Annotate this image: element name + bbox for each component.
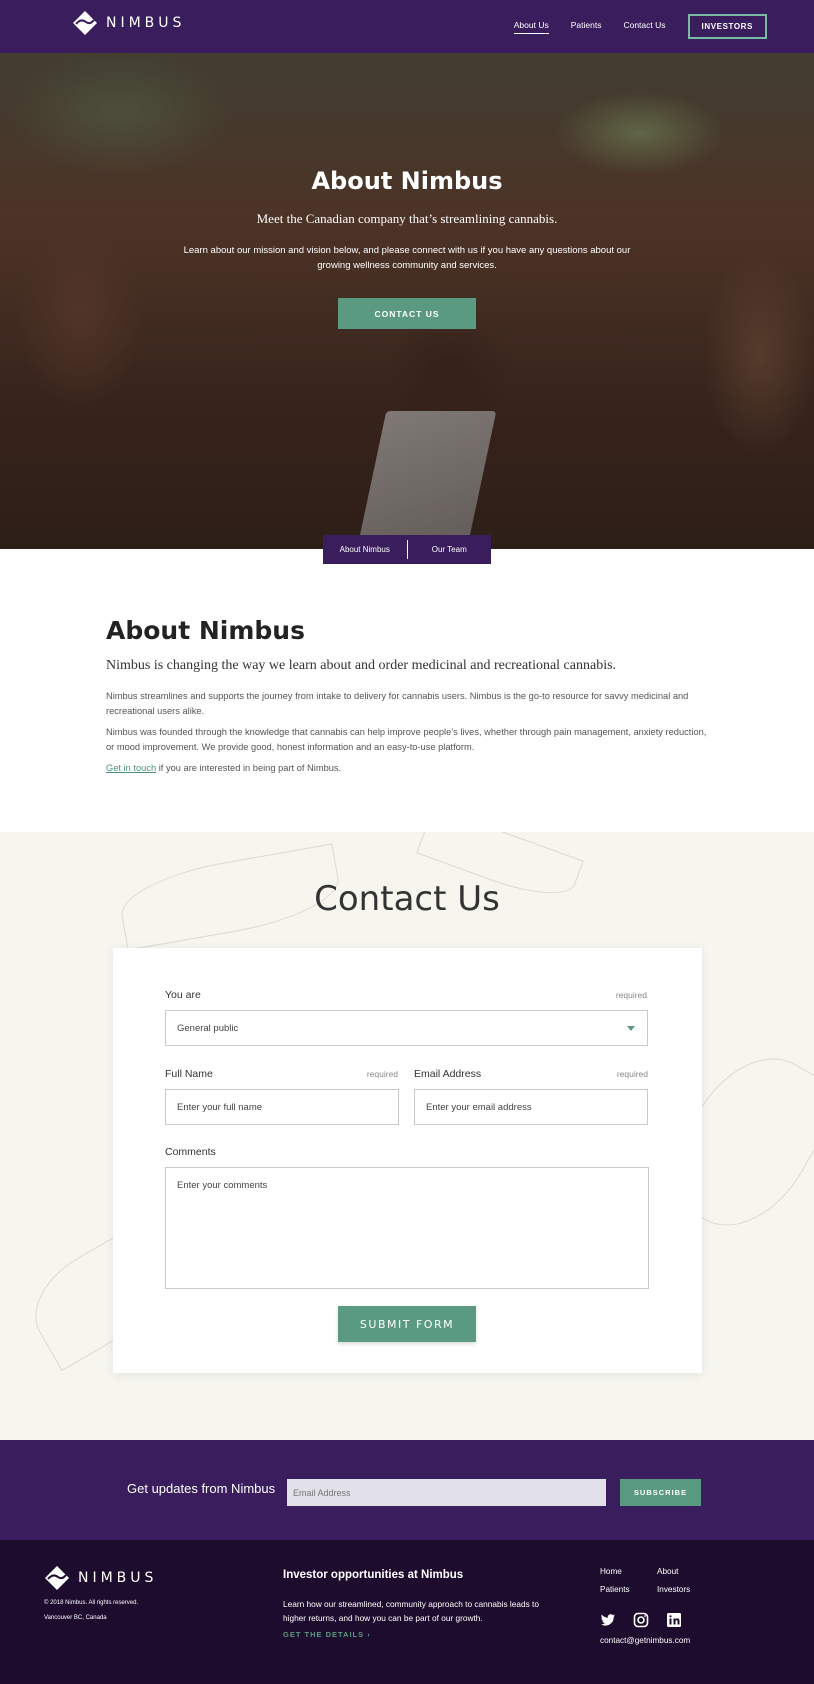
full-name-required: required xyxy=(366,1069,398,1079)
get-the-details-label: GET THE DETAILS xyxy=(283,1630,365,1639)
footer-copyright: © 2018 Nimbus. All rights reserved. xyxy=(44,1600,139,1606)
about-paragraph-3-text: if you are interested in being part of N… xyxy=(156,763,342,773)
contact-section: Contact Us You are required General publ… xyxy=(0,832,814,1440)
nimbus-logo-icon xyxy=(73,11,97,35)
full-name-label: Full Name xyxy=(165,1068,213,1080)
comments-label: Comments xyxy=(165,1146,216,1158)
email-input[interactable]: Enter your email address xyxy=(414,1089,648,1125)
hero-subtitle: Meet the Canadian company that’s streaml… xyxy=(256,211,558,226)
you-are-value: General public xyxy=(177,1022,239,1034)
nav-links: About Us Patients Contact Us INVESTORS xyxy=(513,0,814,53)
nav-link-about[interactable]: About Us xyxy=(513,20,549,34)
you-are-label: You are xyxy=(165,989,201,1001)
hero-section: About Nimbus Meet the Canadian company t… xyxy=(0,53,814,549)
footer-link-about[interactable]: About xyxy=(657,1567,678,1576)
get-the-details-link[interactable]: GET THE DETAILS › xyxy=(283,1630,371,1639)
contact-us-button[interactable]: CONTACT US xyxy=(338,298,476,329)
about-lead: Nimbus is changing the way we learn abou… xyxy=(106,658,617,673)
footer-logo[interactable]: NIMBUS xyxy=(44,1565,157,1591)
subnav-our-team[interactable]: Our Team xyxy=(408,545,492,554)
about-title: About Nimbus xyxy=(106,616,305,645)
newsletter-section: Get updates from Nimbus Email Address SU… xyxy=(0,1440,814,1540)
you-are-select[interactable]: General public xyxy=(165,1010,648,1046)
top-navbar: NIMBUS About Us Patients Contact Us INVE… xyxy=(0,0,814,53)
linkedin-icon[interactable] xyxy=(666,1612,682,1628)
hero-description: Learn about our mission and vision below… xyxy=(183,245,631,271)
get-in-touch-link[interactable]: Get in touch xyxy=(106,763,156,773)
nav-link-patients[interactable]: Patients xyxy=(571,20,602,33)
newsletter-label: Get updates from Nimbus xyxy=(127,1481,276,1496)
nav-link-contact[interactable]: Contact Us xyxy=(623,20,665,33)
footer-link-patients[interactable]: Patients xyxy=(600,1585,630,1594)
instagram-icon[interactable] xyxy=(633,1612,649,1628)
footer-link-investors[interactable]: Investors xyxy=(657,1585,690,1594)
you-are-required: required xyxy=(615,990,647,1000)
contact-title: Contact Us xyxy=(314,879,500,919)
comments-textarea[interactable]: Enter your comments xyxy=(165,1167,649,1289)
submit-form-button[interactable]: SUBMIT FORM xyxy=(338,1306,476,1342)
full-name-placeholder: Enter your full name xyxy=(177,1101,263,1113)
footer-location: Vancouver BC, Canada xyxy=(44,1615,107,1621)
investors-button[interactable]: INVESTORS xyxy=(687,14,767,39)
full-name-input[interactable]: Enter your full name xyxy=(165,1089,399,1125)
footer: NIMBUS © 2018 Nimbus. All rights reserve… xyxy=(0,1540,814,1684)
brand-name: NIMBUS xyxy=(106,15,186,31)
investor-text: Learn how our streamlined, community app… xyxy=(283,1599,539,1623)
newsletter-email-input[interactable]: Email Address xyxy=(287,1479,606,1506)
twitter-icon[interactable] xyxy=(600,1612,616,1628)
nimbus-logo-icon xyxy=(45,1566,69,1590)
footer-link-home[interactable]: Home xyxy=(600,1567,622,1576)
subnav-about-nimbus[interactable]: About Nimbus xyxy=(323,545,407,554)
about-paragraph-3: Get in touch if you are interested in be… xyxy=(106,761,716,776)
about-paragraph-1: Nimbus streamlines and supports the jour… xyxy=(106,691,689,716)
comments-placeholder: Enter your comments xyxy=(177,1180,268,1191)
brand-logo[interactable]: NIMBUS xyxy=(72,10,185,36)
email-placeholder: Enter your email address xyxy=(426,1101,532,1113)
investor-heading: Investor opportunities at Nimbus xyxy=(283,1569,464,1581)
hero-title: About Nimbus xyxy=(311,167,503,195)
footer-email-link[interactable]: contact@getnimbus.com xyxy=(600,1636,690,1645)
chevron-right-icon: › xyxy=(367,1630,371,1639)
newsletter-email-placeholder: Email Address xyxy=(293,1487,351,1498)
email-label: Email Address xyxy=(414,1068,482,1080)
email-required: required xyxy=(616,1069,648,1079)
chevron-down-icon xyxy=(627,1026,635,1031)
about-paragraph-2: Nimbus was founded through the knowledge… xyxy=(106,727,707,752)
contact-form-card: You are required General public Full Nam… xyxy=(113,948,702,1373)
subscribe-button[interactable]: SUBSCRIBE xyxy=(620,1479,701,1506)
footer-brand-name: NIMBUS xyxy=(78,1570,158,1586)
section-subnav: About Nimbus Our Team xyxy=(323,535,491,564)
